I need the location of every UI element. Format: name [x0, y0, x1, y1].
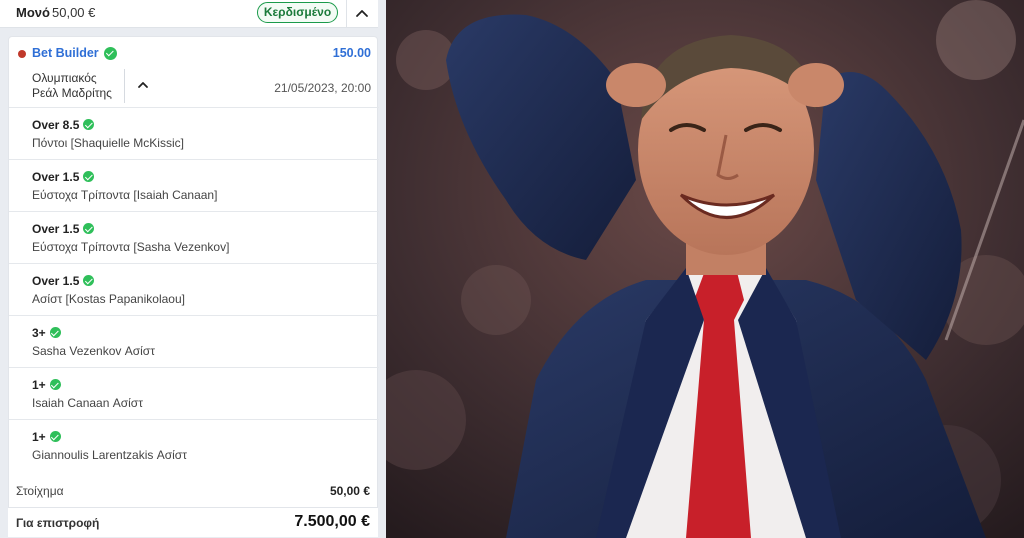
selection-line: Over 1.5 [32, 170, 80, 184]
bet-type: Μονό [16, 5, 50, 20]
selection-item: 1+ Isaiah Canaan Ασίστ [9, 367, 379, 419]
match-divider [124, 69, 125, 103]
selection-market: Sasha Vezenkov Ασίστ [32, 344, 155, 358]
selection-item: Over 1.5 Εύστοχα Τρίποντα [Isaiah Canaan… [9, 159, 379, 211]
coach-photo [386, 0, 1024, 538]
check-circle-icon [83, 119, 95, 131]
check-circle-icon [83, 275, 95, 287]
chevron-up-icon [356, 10, 368, 17]
check-circle-icon [83, 171, 95, 183]
selection-line: 1+ [32, 430, 46, 444]
selection-item: Over 1.5 Ασίστ [Kostas Papanikolaou] [9, 263, 379, 315]
selection-item: Over 8.5 Πόντοι [Shaquielle McKissic] [9, 107, 379, 159]
bet-builder-row: Bet Builder 150.00 [9, 37, 379, 67]
selection-line: Over 8.5 [32, 118, 80, 132]
bet-builder-odds: 150.00 [332, 46, 371, 60]
bet-slip: Μονό 50,00 € Κερδισμένο Bet Builder 150.… [0, 0, 386, 538]
stake-label: Στοίχημα [16, 484, 64, 498]
selection-market: Ασίστ [Kostas Papanikolaou] [32, 292, 185, 306]
home-team: Ολυμπιακός [32, 71, 97, 85]
return-row: Για επιστροφή 7.500,00 € [8, 507, 378, 537]
bet-builder-label: Bet Builder [32, 46, 99, 60]
selection-market: Πόντοι [Shaquielle McKissic] [32, 136, 184, 150]
selection-market: Εύστοχα Τρίποντα [Sasha Vezenkov] [32, 240, 230, 254]
check-circle-icon [83, 223, 95, 235]
selection-item: 1+ Giannoulis Larentzakis Ασίστ [9, 419, 379, 471]
check-circle-icon [49, 327, 61, 339]
chevron-up-icon [138, 82, 148, 88]
selection-market: Giannoulis Larentzakis Ασίστ [32, 448, 187, 462]
return-value: 7.500,00 € [294, 513, 370, 530]
selection-item: Over 1.5 Εύστοχα Τρίποντα [Sasha Vezenko… [9, 211, 379, 263]
check-circle-icon [104, 47, 117, 60]
collapse-button[interactable] [350, 2, 374, 24]
status-badge: Κερδισμένο [257, 2, 338, 23]
check-circle-icon [49, 379, 61, 391]
selection-line: 3+ [32, 326, 46, 340]
selection-market: Isaiah Canaan Ασίστ [32, 396, 143, 410]
bet-stake-header: 50,00 € [52, 5, 96, 20]
header-divider [346, 0, 347, 28]
selection-item: 3+ Sasha Vezenkov Ασίστ [9, 315, 379, 367]
stake-row: Στοίχημα 50,00 € [8, 476, 378, 504]
bet-builder-card: Bet Builder 150.00 Ολυμπιακός Ρεάλ Μαδρί… [8, 36, 379, 536]
match-collapse-button[interactable] [136, 78, 150, 92]
coach-photo-image [386, 0, 1024, 538]
selection-line: 1+ [32, 378, 46, 392]
stake-value: 50,00 € [329, 484, 370, 498]
match-datetime: 21/05/2023, 20:00 [274, 81, 371, 95]
selection-line: Over 1.5 [32, 222, 80, 236]
away-team: Ρεάλ Μαδρίτης [32, 86, 112, 100]
return-label: Για επιστροφή [16, 516, 100, 530]
selection-market: Εύστοχα Τρίποντα [Isaiah Canaan] [32, 188, 218, 202]
match-info: Ολυμπιακός Ρεάλ Μαδρίτης 21/05/2023, 20:… [9, 67, 379, 107]
check-circle-icon [49, 431, 61, 443]
red-dot-icon [18, 50, 26, 58]
selection-line: Over 1.5 [32, 274, 80, 288]
bet-slip-header: Μονό 50,00 € Κερδισμένο [0, 0, 378, 28]
